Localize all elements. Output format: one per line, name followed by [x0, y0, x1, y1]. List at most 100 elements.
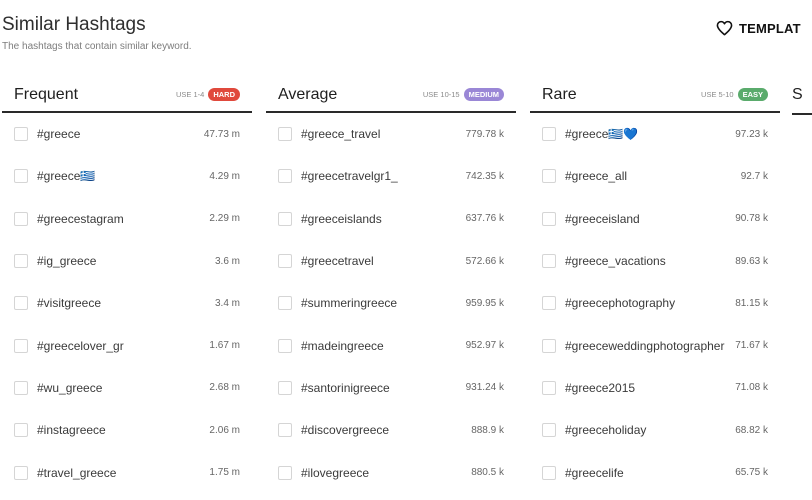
- column-title: Rare: [542, 85, 577, 103]
- column-title-partial: S: [792, 86, 803, 103]
- hashtag-checkbox[interactable]: [542, 169, 556, 184]
- hashtag-checkbox[interactable]: [542, 423, 556, 438]
- template-button[interactable]: TEMPLAT: [716, 20, 801, 36]
- hashtag-label: #greecestagram: [37, 211, 124, 226]
- hashtag-count: 959.95 k: [465, 297, 504, 309]
- hashtag-row: #wu_greece 2.68 m: [2, 367, 252, 409]
- hashtag-count: 2.68 m: [209, 382, 240, 394]
- hashtag-checkbox[interactable]: [542, 211, 556, 226]
- hashtag-row: #greecetravel 572.66 k: [266, 240, 516, 282]
- difficulty-badge: EASY: [737, 88, 768, 101]
- hashtag-label: #greece_vacations: [565, 254, 666, 269]
- hashtag-count: 2.06 m: [209, 424, 240, 436]
- hashtag-checkbox[interactable]: [542, 465, 556, 480]
- column-header: Rare USE 5-10 EASY: [530, 78, 780, 113]
- column-partial: S: [792, 78, 812, 115]
- hashtag-label: #greeceholiday: [565, 423, 647, 438]
- hashtag-count: 2.29 m: [209, 213, 240, 225]
- hashtag-row: #visitgreece 3.4 m: [2, 282, 252, 324]
- hashtag-checkbox[interactable]: [278, 169, 292, 184]
- hashtag-row: #greecetravelgr1_ 742.35 k: [266, 155, 516, 197]
- hashtag-count: 92.7 k: [740, 170, 768, 182]
- hashtag-checkbox[interactable]: [14, 423, 28, 438]
- hashtag-label: #wu_greece: [37, 380, 103, 395]
- hashtag-label: #greece🇬🇷💙: [565, 127, 639, 142]
- hashtag-row: #greeceholiday 68.82 k: [530, 409, 780, 451]
- hashtag-count: 952.97 k: [465, 340, 504, 352]
- hashtag-checkbox[interactable]: [278, 296, 292, 311]
- usage-range: USE 1-4: [175, 90, 205, 99]
- difficulty-badge: MEDIUM: [463, 88, 504, 101]
- hashtag-label: #santorinigreece: [301, 380, 390, 395]
- column-rare: Rare USE 5-10 EASY #greece🇬🇷💙 97.23 k #gr…: [530, 78, 780, 494]
- hashtag-label: #greecetravelgr1_: [301, 169, 398, 184]
- hashtag-count: 71.08 k: [735, 382, 768, 394]
- column-header: Average USE 10-15 MEDIUM: [266, 78, 516, 113]
- hashtag-label: #greece🇬🇷: [37, 169, 96, 184]
- hashtag-checkbox[interactable]: [278, 465, 292, 480]
- hashtag-count: 1.75 m: [209, 467, 240, 479]
- column-header: Frequent USE 1-4 HARD: [2, 78, 252, 113]
- hashtag-row: #madeingreece 952.97 k: [266, 324, 516, 366]
- hashtag-count: 637.76 k: [465, 213, 504, 225]
- hashtag-count: 3.6 m: [214, 255, 240, 267]
- column-frequent: Frequent USE 1-4 HARD #greece 47.73 m #gr…: [2, 78, 252, 494]
- hashtag-checkbox[interactable]: [14, 465, 28, 480]
- hashtag-checkbox[interactable]: [278, 423, 292, 438]
- hashtag-label: #greece_all: [565, 169, 628, 184]
- hashtag-checkbox[interactable]: [542, 380, 556, 395]
- hashtag-label: #visitgreece: [37, 296, 102, 311]
- hashtag-label: #ig_greece: [37, 254, 97, 269]
- hashtag-checkbox[interactable]: [542, 338, 556, 353]
- hashtag-count: 1.67 m: [209, 340, 240, 352]
- hashtag-row: #discovergreece 888.9 k: [266, 409, 516, 451]
- column-average: Average USE 10-15 MEDIUM #greece_travel 7…: [266, 78, 516, 494]
- hashtag-row: #greecestagram 2.29 m: [2, 198, 252, 240]
- hashtag-label: #greecetravel: [301, 254, 374, 269]
- page-title: Similar Hashtags: [2, 14, 146, 35]
- hashtag-checkbox[interactable]: [542, 254, 556, 269]
- hashtag-label: #greeceweddingphotographer: [565, 338, 725, 353]
- hashtag-row: #greeceweddingphotographer 71.67 k: [530, 324, 780, 366]
- hashtag-checkbox[interactable]: [278, 338, 292, 353]
- hashtag-count: 90.78 k: [735, 213, 768, 225]
- hashtag-checkbox[interactable]: [14, 338, 28, 353]
- usage-range: USE 5-10: [701, 90, 734, 99]
- hashtag-row: #greecephotography 81.15 k: [530, 282, 780, 324]
- hashtag-checkbox[interactable]: [278, 127, 292, 142]
- hashtag-checkbox[interactable]: [278, 211, 292, 226]
- hashtag-checkbox[interactable]: [14, 169, 28, 184]
- hashtag-label: #ilovegreece: [301, 465, 370, 480]
- hashtag-row: #summeringreece 959.95 k: [266, 282, 516, 324]
- hashtag-count: 572.66 k: [465, 255, 504, 267]
- hashtag-label: #greeceislands: [301, 211, 382, 226]
- hashtag-checkbox[interactable]: [278, 254, 292, 269]
- hashtag-checkbox[interactable]: [14, 211, 28, 226]
- hashtag-checkbox[interactable]: [542, 296, 556, 311]
- hashtag-checkbox[interactable]: [278, 380, 292, 395]
- hashtag-label: #greece_travel: [301, 127, 381, 142]
- hashtag-count: 4.29 m: [209, 170, 240, 182]
- hashtag-count: 880.5 k: [471, 467, 504, 479]
- hashtag-label: #summeringreece: [301, 296, 398, 311]
- hashtag-label: #greecelife: [565, 465, 624, 480]
- hashtag-checkbox[interactable]: [14, 254, 28, 269]
- template-button-label: TEMPLAT: [739, 20, 801, 36]
- page-subtitle: The hashtags that contain similar keywor…: [2, 41, 192, 52]
- hashtag-checkbox[interactable]: [14, 296, 28, 311]
- hashtag-label: #instagreece: [37, 423, 106, 438]
- column-meta: USE 5-10 EASY: [701, 88, 768, 101]
- hashtag-checkbox[interactable]: [542, 127, 556, 142]
- hashtag-row: #greecelife 65.75 k: [530, 451, 780, 493]
- hashtag-count: 47.73 m: [203, 128, 240, 140]
- hashtag-label: #greecephotography: [565, 296, 676, 311]
- column-title: Frequent: [14, 85, 79, 103]
- column-meta: USE 1-4 HARD: [176, 88, 240, 101]
- hashtag-checkbox[interactable]: [14, 127, 28, 142]
- hashtag-count: 931.24 k: [465, 382, 504, 394]
- hashtag-checkbox[interactable]: [14, 380, 28, 395]
- hashtag-label: #greece2015: [565, 380, 636, 395]
- hashtag-count: 742.35 k: [465, 170, 504, 182]
- hashtag-row: #instagreece 2.06 m: [2, 409, 252, 451]
- hashtag-count: 65.75 k: [735, 467, 768, 479]
